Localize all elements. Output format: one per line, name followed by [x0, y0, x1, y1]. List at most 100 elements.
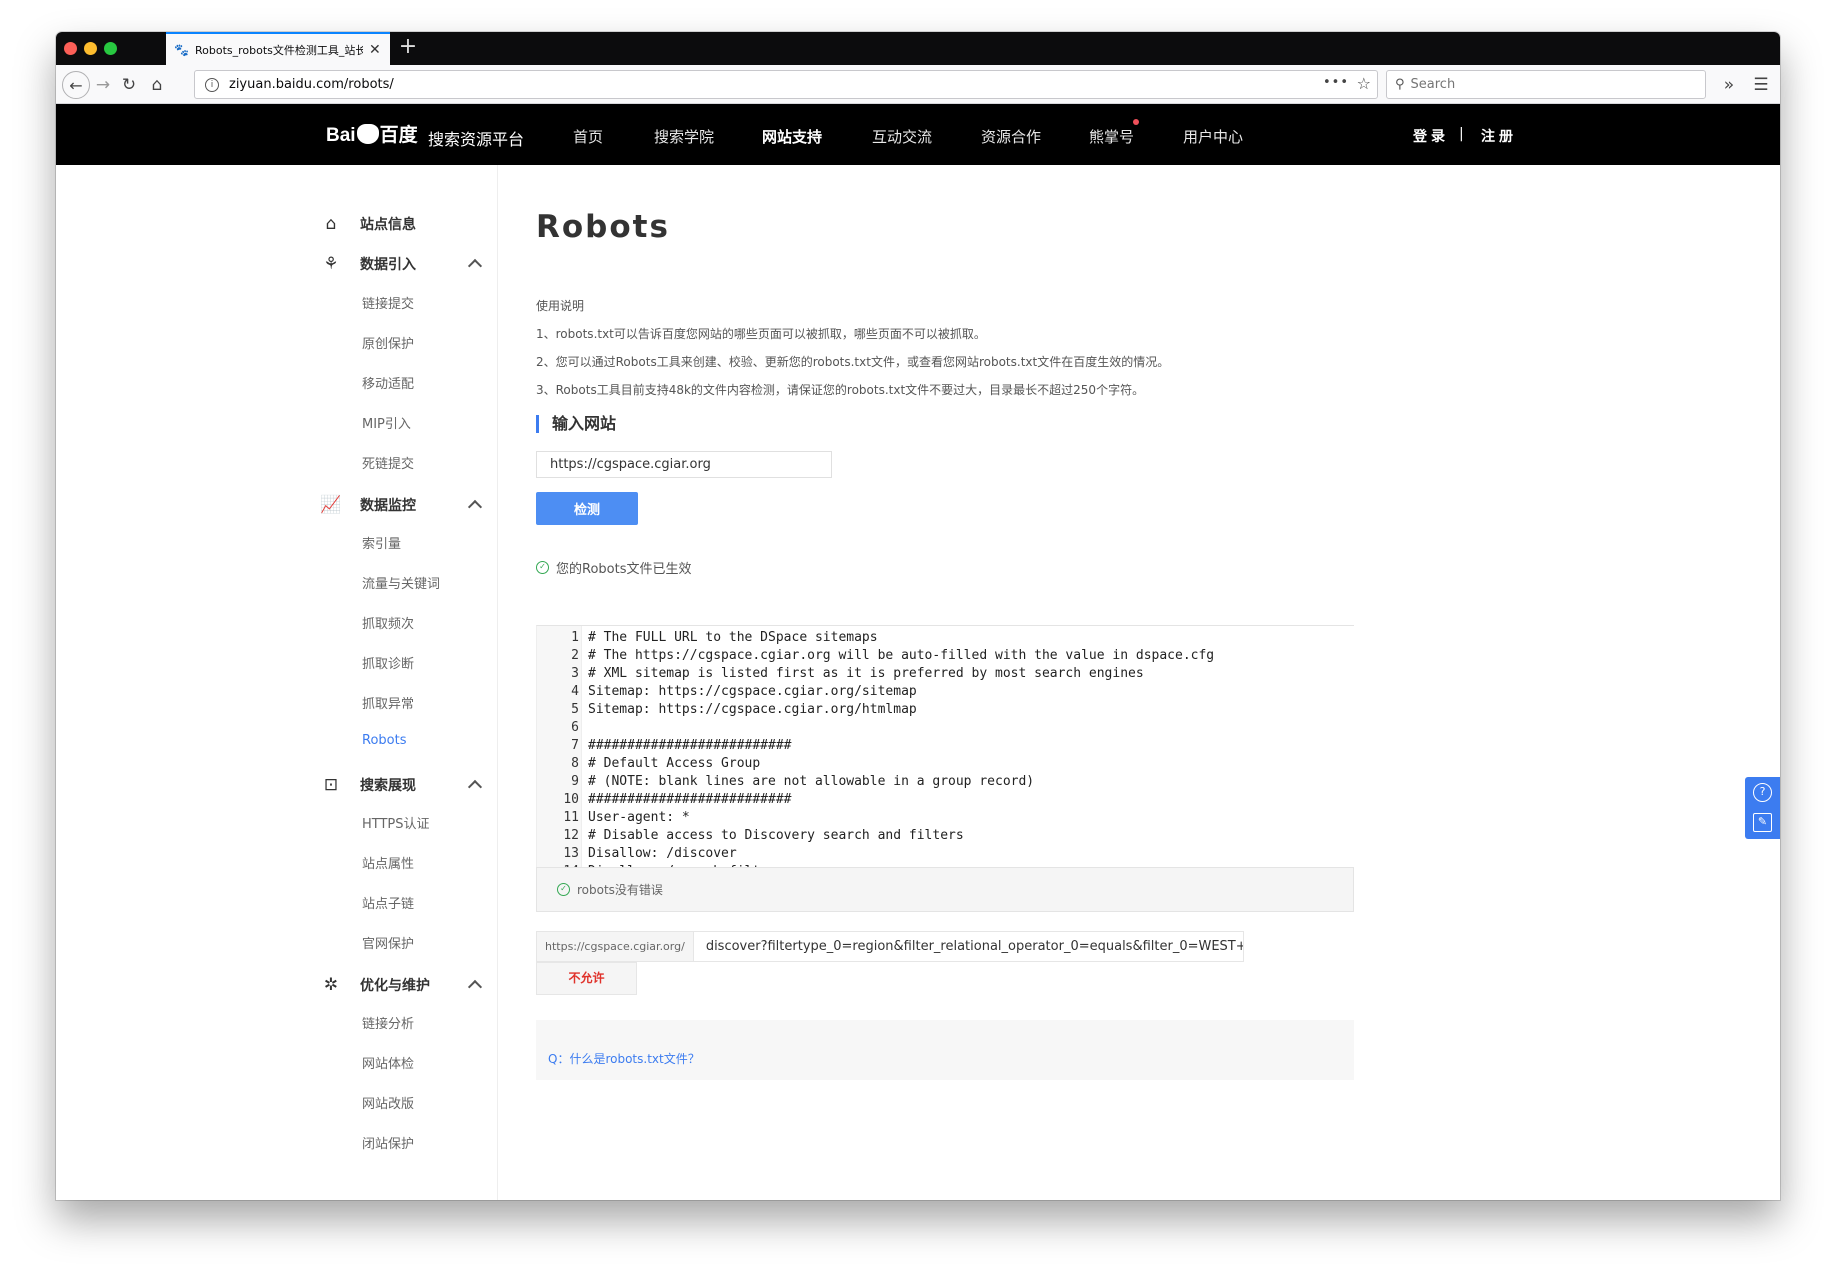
reload-icon[interactable]: ↻: [116, 72, 142, 98]
sidebar-group-data-import[interactable]: ⚘ 数据引入: [320, 253, 483, 275]
hamburger-menu-icon[interactable]: ☰: [1748, 72, 1774, 98]
sidebar-item-traffic[interactable]: 流量与关键词: [362, 573, 440, 592]
new-tab-icon[interactable]: +: [396, 35, 420, 59]
nav-academy[interactable]: 搜索学院: [654, 126, 714, 147]
code-text: # XML sitemap is listed first as it is p…: [588, 666, 1144, 681]
tab-strip: 🐾 Robots_robots文件检测工具_站长 ✕ +: [56, 32, 1780, 65]
sidebar-item-crawl-errors[interactable]: 抓取异常: [362, 693, 414, 712]
code-line: 5 Sitemap: https://cgspace.cgiar.org/html…: [537, 702, 1354, 720]
bookmark-star-icon[interactable]: ☆: [1357, 74, 1371, 93]
chevron-up-icon[interactable]: [467, 979, 483, 995]
sidebar-item-mobile-adapt[interactable]: 移动适配: [362, 373, 414, 392]
overflow-chevrons-icon[interactable]: »: [1716, 72, 1742, 98]
optimize-icon: ✲: [323, 975, 339, 995]
test-url-path[interactable]: discover?filtertype_0=region&filter_rela…: [706, 939, 1243, 954]
sidebar-item-mip[interactable]: MIP引入: [362, 413, 411, 432]
nav-cooperation[interactable]: 资源合作: [981, 126, 1041, 147]
line-number: 10: [563, 792, 579, 807]
line-number: 5: [571, 702, 579, 717]
sidebar-group-optimize[interactable]: ✲ 优化与维护: [320, 974, 483, 996]
edit-icon[interactable]: ✎: [1753, 813, 1772, 832]
nav-home[interactable]: 首页: [573, 126, 603, 147]
sidebar-item-original-protect[interactable]: 原创保护: [362, 333, 414, 352]
sidebar-item-robots[interactable]: Robots: [362, 733, 406, 748]
minimize-window-button[interactable]: [84, 42, 97, 55]
section-title: 输入网站: [536, 415, 616, 433]
sidebar-group-search-display[interactable]: ⊡ 搜索展现: [320, 774, 483, 796]
line-number: 1: [571, 630, 579, 645]
chevron-up-icon[interactable]: [467, 779, 483, 795]
sidebar-item-sitelinks[interactable]: 站点子链: [362, 893, 414, 912]
sidebar-item-https[interactable]: HTTPS认证: [362, 813, 430, 832]
nav-interaction[interactable]: 互动交流: [872, 126, 932, 147]
sidebar-item-official-protect[interactable]: 官网保护: [362, 933, 414, 952]
header-separator: |: [1459, 126, 1464, 142]
faq-question-link[interactable]: Q：什么是robots.txt文件？: [548, 1050, 700, 1067]
code-line: 2 # The https://cgspace.cgiar.org will be…: [537, 648, 1354, 666]
intro-line-3: 3、Robots工具目前支持48k的文件内容检测，请保证您的robots.txt…: [536, 383, 1145, 397]
intro-line-2: 2、您可以通过Robots工具来创建、校验、更新您的robots.txt文件，或…: [536, 355, 1170, 369]
line-number: 7: [571, 738, 579, 753]
baidu-paw-icon: 🐾: [174, 42, 189, 57]
code-line: 1 # The FULL URL to the DSpace sitemaps: [537, 630, 1354, 648]
sidebar-item-site-revision[interactable]: 网站改版: [362, 1093, 414, 1112]
sidebar-item-site-attr[interactable]: 站点属性: [362, 853, 414, 872]
logo-text-latin: Bai: [326, 125, 356, 146]
nav-user-center[interactable]: 用户中心: [1183, 126, 1243, 147]
line-number: 13: [563, 846, 579, 861]
question-icon[interactable]: ?: [1753, 783, 1772, 802]
close-window-button[interactable]: [64, 42, 77, 55]
code-line: 13 Disallow: /discover: [537, 846, 1354, 864]
robots-code-viewer[interactable]: 1 # The FULL URL to the DSpace sitemaps 2 #…: [536, 625, 1354, 897]
sidebar-item-link-analysis[interactable]: 链接分析: [362, 1013, 414, 1032]
main-content: Robots 使用说明 1、robots.txt可以告诉百度您网站的哪些页面可以…: [499, 165, 1780, 1200]
zoom-window-button[interactable]: [104, 42, 117, 55]
login-link[interactable]: 登录: [1413, 126, 1449, 146]
sidebar-item-index[interactable]: 索引量: [362, 533, 401, 552]
sidebar-item-crawl-frequency[interactable]: 抓取频次: [362, 613, 414, 632]
sidebar-group-label: 数据引入: [360, 257, 416, 273]
close-tab-icon[interactable]: ✕: [369, 42, 381, 58]
chart-icon: 📈: [320, 495, 342, 515]
code-line: 10 ##########################: [537, 792, 1354, 810]
code-text: ##########################: [588, 738, 792, 753]
back-icon[interactable]: ←: [62, 71, 90, 99]
url-bar[interactable]: i ziyuan.baidu.com/robots/ ••• ☆: [194, 70, 1378, 99]
site-url-input[interactable]: [536, 451, 832, 478]
result-text: robots没有错误: [577, 883, 663, 897]
home-icon[interactable]: ⌂: [144, 72, 170, 98]
page-actions-icon[interactable]: •••: [1323, 75, 1349, 90]
faq-panel: Q：什么是robots.txt文件？: [536, 1020, 1354, 1080]
baidu-logo[interactable]: Bai 百度: [326, 120, 418, 147]
sidebar-item-site-close[interactable]: 闭站保护: [362, 1133, 414, 1152]
code-line: 7 ##########################: [537, 738, 1354, 756]
code-line: 6: [537, 720, 1354, 738]
sidebar-item-link-submit[interactable]: 链接提交: [362, 293, 414, 312]
forward-icon[interactable]: →: [90, 72, 116, 98]
check-button[interactable]: 检测: [536, 492, 638, 525]
code-text: ##########################: [588, 792, 792, 807]
chevron-up-icon[interactable]: [467, 258, 483, 274]
register-link[interactable]: 注册: [1481, 126, 1517, 146]
sidebar-group-data-monitor[interactable]: 📈 数据监控: [320, 494, 483, 516]
nav-site-support[interactable]: 网站支持: [762, 126, 822, 147]
chevron-up-icon[interactable]: [467, 499, 483, 515]
check-circle-icon: ✓: [536, 561, 549, 574]
line-number: 8: [571, 756, 579, 771]
sidebar-item-site-check[interactable]: 网站体检: [362, 1053, 414, 1072]
sidebar-item-deadlink[interactable]: 死链提交: [362, 453, 414, 472]
search-bar[interactable]: ⚲: [1386, 70, 1706, 99]
sidebar-group-site-info[interactable]: ⌂ 站点信息: [320, 213, 480, 235]
browser-tab[interactable]: 🐾 Robots_robots文件检测工具_站长 ✕: [166, 32, 390, 65]
line-number: 4: [571, 684, 579, 699]
code-text: Sitemap: https://cgspace.cgiar.org/htmlm…: [588, 702, 917, 717]
data-import-icon: ⚘: [323, 254, 339, 274]
site-info-icon[interactable]: i: [205, 77, 219, 92]
sidebar-group-label: 搜索展现: [360, 778, 416, 794]
code-text: # The FULL URL to the DSpace sitemaps: [588, 630, 878, 645]
platform-name: 搜索资源平台: [428, 130, 525, 149]
sidebar-item-crawl-diagnosis[interactable]: 抓取诊断: [362, 653, 414, 672]
nav-xiongzhang[interactable]: 熊掌号: [1089, 126, 1134, 147]
search-input[interactable]: [1410, 77, 1691, 92]
robots-status: ✓ 您的Robots文件已生效: [536, 558, 691, 577]
